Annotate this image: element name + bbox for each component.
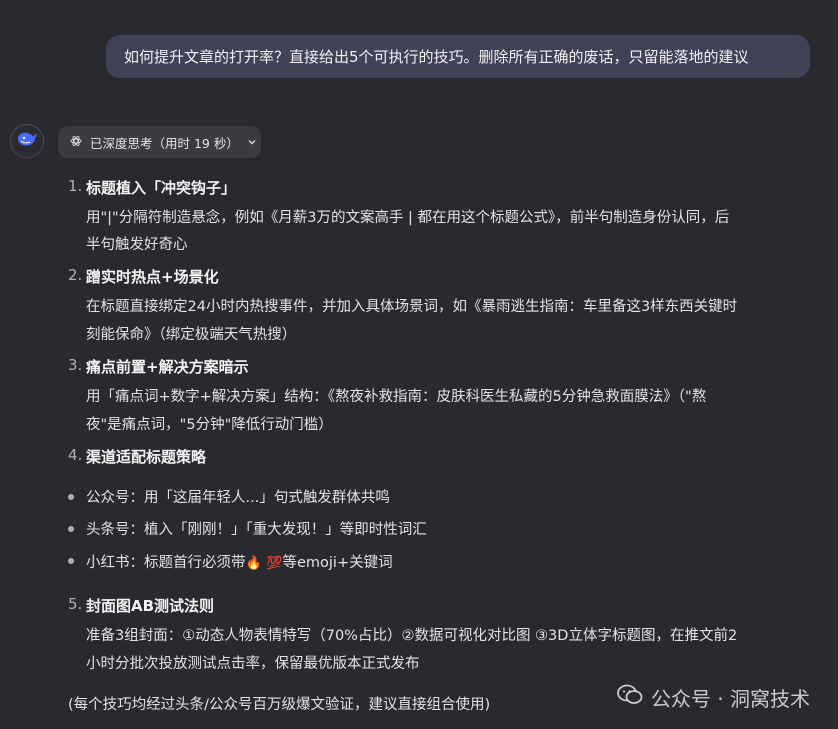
tip-title: 蹭实时热点+场景化: [86, 268, 219, 286]
tip-title: 渠道适配标题策略: [86, 448, 207, 466]
user-message-text: 如何提升文章的打开率？直接给出5个可执行的技巧。删除所有正确的废话，只留能落地的…: [124, 48, 749, 66]
bullet-dot: [68, 526, 74, 532]
watermark-text: 公众号 · 洞窝技术: [650, 687, 810, 711]
tip-text-line: 准备3组封面：①动态人物表情特写（70%占比）②数据可视化对比图 ③3D立体字标…: [86, 628, 738, 644]
user-message-bubble: 如何提升文章的打开率？直接给出5个可执行的技巧。删除所有正确的废话，只留能落地的…: [106, 35, 810, 78]
watermark: 公众号 · 洞窝技术: [617, 683, 810, 712]
thinking-label: 已深度思考（用时 19 秒）: [90, 135, 239, 151]
chevron-down-icon: [247, 135, 257, 150]
tip-text-line: 用「痛点词+数字+解决方案」结构：《熬夜补救指南：皮肤科医生私藏的5分钟急救面膜…: [86, 389, 707, 405]
tip-title: 封面图AB测试法则: [86, 597, 215, 615]
whale-logo-icon: [16, 130, 38, 152]
channel-item-text: 小红书：标题首行必须带: [86, 555, 246, 571]
tip-title: 痛点前置+解决方案暗示: [86, 358, 249, 376]
tip-text-line: 小时分批次投放测试点击率，保留最优版本正式发布: [86, 656, 420, 672]
hundred-points-emoji-icon: 💯: [266, 556, 283, 571]
deep-thinking-toggle[interactable]: 已深度思考（用时 19 秒）: [58, 126, 261, 158]
tip-number: 3.: [68, 356, 83, 374]
footer-note: (每个技巧均经过头条/公众号百万级爆文验证，建议直接组合使用): [68, 697, 491, 713]
tip-text-line: 半句触发好奇心: [86, 237, 188, 253]
tip-text-line: 在标题直接绑定24小时内热搜事件，并加入具体场景词，如《暴雨逃生指南：车里备这3…: [86, 299, 738, 315]
channel-item: 小红书：标题首行必须带🔥 💯等emoji+关键词: [86, 551, 393, 572]
wechat-logo-icon: [617, 684, 643, 711]
assistant-avatar: [10, 124, 44, 158]
tip-number: 2.: [68, 266, 83, 284]
tip-number: 4.: [68, 446, 83, 464]
tip-text-line: 用"|"分隔符制造悬念，例如《月薪3万的文案高手 | 都在用这个标题公式》，前半…: [86, 210, 730, 226]
tip-text-line: 夜"是痛点词，"5分钟"降低行动门槛）: [86, 417, 333, 433]
channel-item-text: 等emoji+关键词: [282, 555, 393, 571]
channel-item: 公众号：用「这届年轻人...」句式触发群体共鸣: [86, 490, 390, 506]
tip-number: 5.: [68, 595, 83, 613]
atom-icon: [70, 135, 82, 150]
bullet-dot: [68, 494, 74, 500]
bullet-dot: [68, 558, 74, 564]
tip-text-line: 刻能保命》（绑定极端天气热搜）: [86, 327, 297, 343]
tip-number: 1.: [68, 177, 83, 195]
tip-title: 标题植入「冲突钩子」: [86, 179, 237, 197]
channel-item: 头条号：植入「刚刚！」「重大发现！」等即时性词汇: [86, 522, 427, 538]
fire-emoji-icon: 🔥: [245, 556, 262, 571]
